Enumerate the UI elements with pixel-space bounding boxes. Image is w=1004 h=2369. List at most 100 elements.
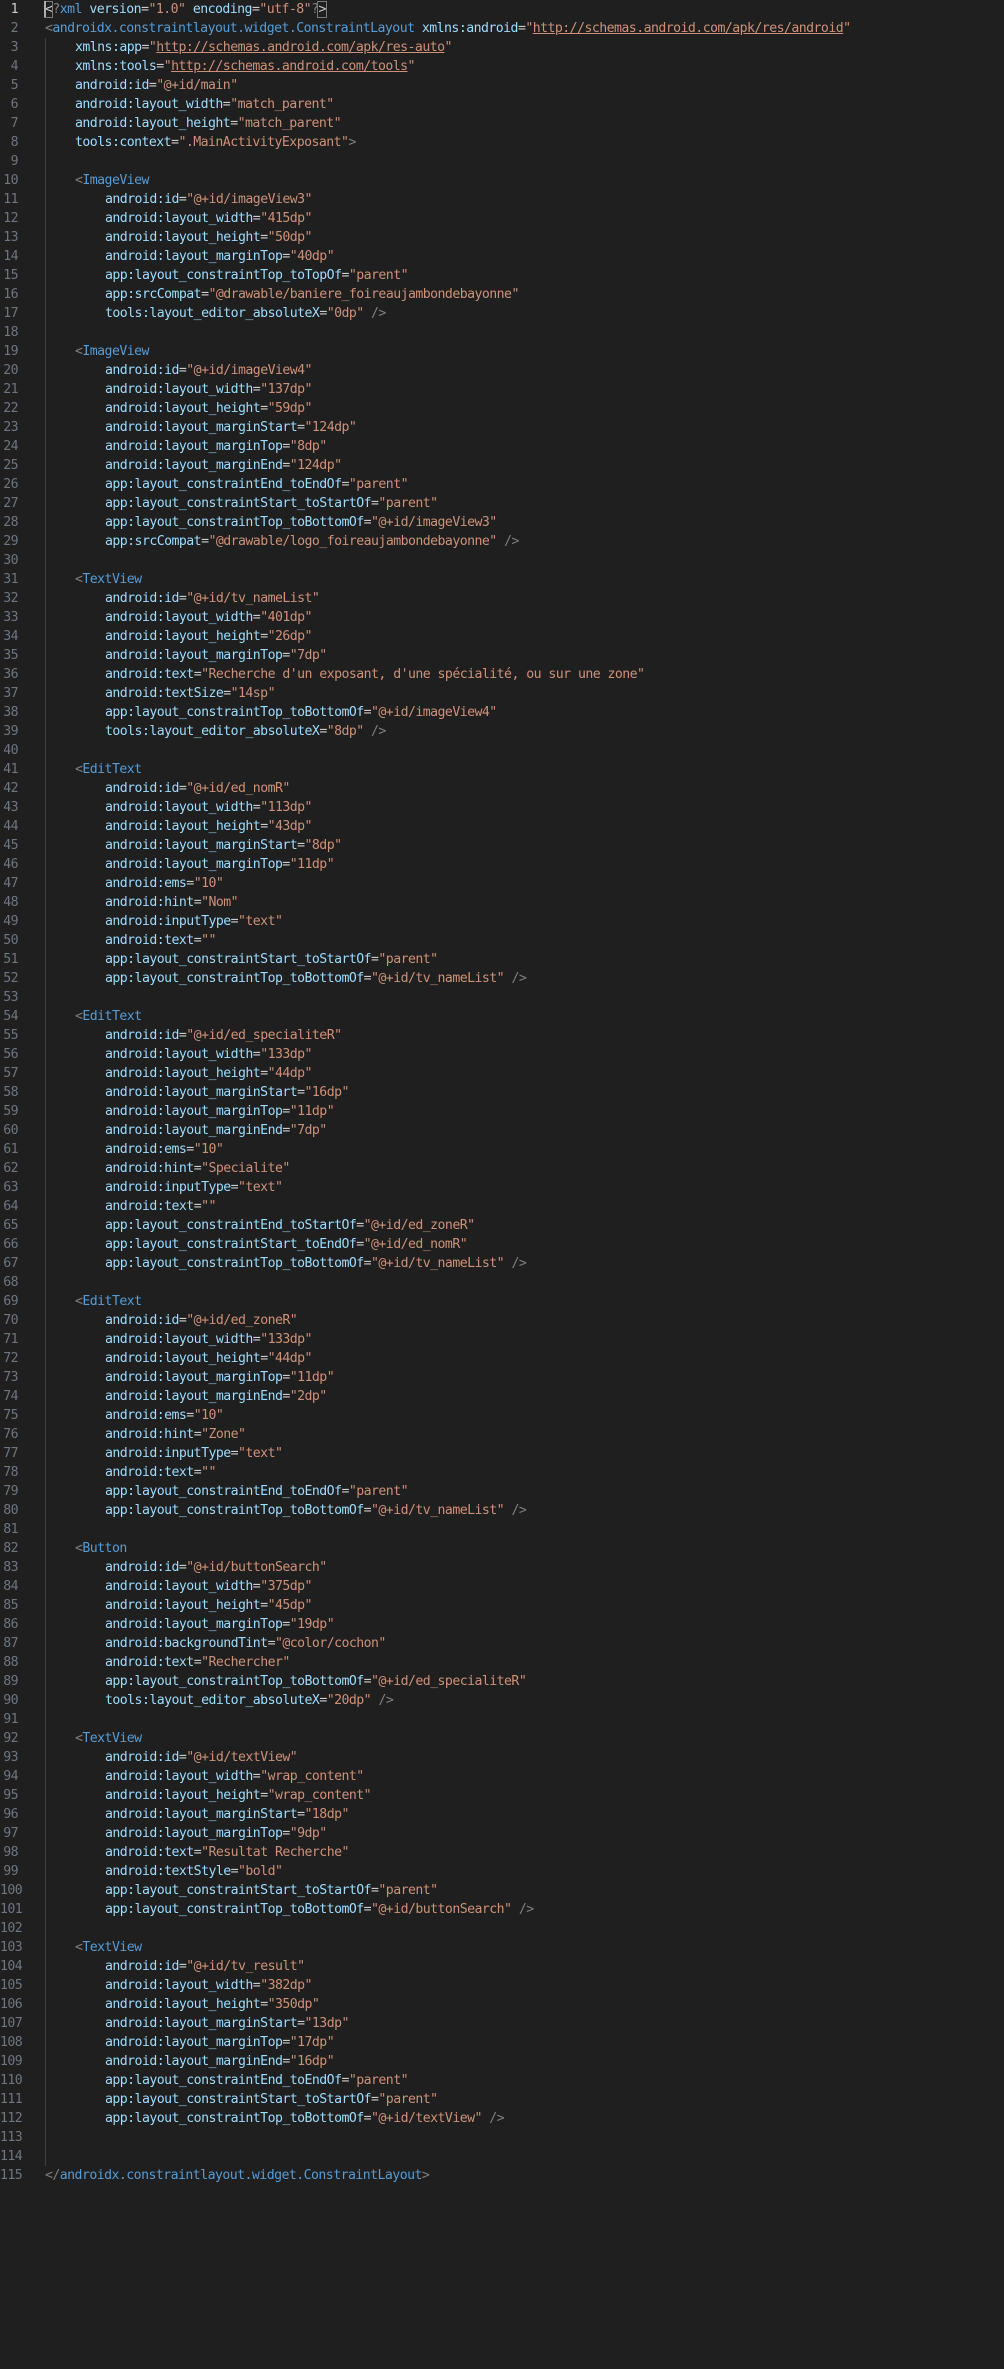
code-line[interactable]: 65 app:layout_constraintEnd_toStartOf="@+… <box>0 1216 1004 1235</box>
code-line[interactable]: 42 android:id="@+id/ed_nomR" <box>0 779 1004 798</box>
code-line[interactable]: 13 android:layout_height="50dp" <box>0 228 1004 247</box>
code-line[interactable]: 115 </androidx.constraintlayout.widget.Co… <box>0 2166 1004 2185</box>
code-line[interactable]: 66 app:layout_constraintStart_toEndOf="@+… <box>0 1235 1004 1254</box>
code-line[interactable]: 39 tools:layout_editor_absoluteX="8dp" /> <box>0 722 1004 741</box>
code-line[interactable]: 79 app:layout_constraintEnd_toEndOf="pare… <box>0 1482 1004 1501</box>
code-line[interactable]: 19 <ImageView <box>0 342 1004 361</box>
code-line[interactable]: 25 android:layout_marginEnd="124dp" <box>0 456 1004 475</box>
code-line[interactable]: 59 android:layout_marginTop="11dp" <box>0 1102 1004 1121</box>
code-line[interactable]: 2 <androidx.constraintlayout.widget.Const… <box>0 19 1004 38</box>
code-line[interactable]: 54 <EditText <box>0 1007 1004 1026</box>
code-line[interactable]: 56 android:layout_width="133dp" <box>0 1045 1004 1064</box>
code-line[interactable]: 8 tools:context=".MainActivityExposant"> <box>0 133 1004 152</box>
code-line[interactable]: 96 android:layout_marginStart="18dp" <box>0 1805 1004 1824</box>
code-line[interactable]: 48 android:hint="Nom" <box>0 893 1004 912</box>
code-line[interactable]: 76 android:hint="Zone" <box>0 1425 1004 1444</box>
code-line[interactable]: 18 <box>0 323 1004 342</box>
code-line[interactable]: 86 android:layout_marginTop="19dp" <box>0 1615 1004 1634</box>
code-line[interactable]: 114 <box>0 2147 1004 2166</box>
code-line[interactable]: 108 android:layout_marginTop="17dp" <box>0 2033 1004 2052</box>
code-line[interactable]: 94 android:layout_width="wrap_content" <box>0 1767 1004 1786</box>
code-line[interactable]: 21 android:layout_width="137dp" <box>0 380 1004 399</box>
code-line[interactable]: 24 android:layout_marginTop="8dp" <box>0 437 1004 456</box>
code-line[interactable]: 83 android:id="@+id/buttonSearch" <box>0 1558 1004 1577</box>
code-line[interactable]: 101 app:layout_constraintTop_toBottomOf="… <box>0 1900 1004 1919</box>
code-line[interactable]: 15 app:layout_constraintTop_toTopOf="pare… <box>0 266 1004 285</box>
code-line[interactable]: 11 android:id="@+id/imageView3" <box>0 190 1004 209</box>
code-line[interactable]: 7 android:layout_height="match_parent" <box>0 114 1004 133</box>
code-line[interactable]: 88 android:text="Rechercher" <box>0 1653 1004 1672</box>
code-editor[interactable]: 1 <?xml version="1.0" encoding="utf-8"?> 2… <box>0 0 1004 2369</box>
code-line[interactable]: 16 app:srcCompat="@drawable/baniere_foire… <box>0 285 1004 304</box>
code-line[interactable]: 44 android:layout_height="43dp" <box>0 817 1004 836</box>
code-line[interactable]: 36 android:text="Recherche d'un exposant,… <box>0 665 1004 684</box>
code-line[interactable]: 17 tools:layout_editor_absoluteX="0dp" /> <box>0 304 1004 323</box>
code-line[interactable]: 85 android:layout_height="45dp" <box>0 1596 1004 1615</box>
code-line[interactable]: 102 <box>0 1919 1004 1938</box>
code-line[interactable]: 90 tools:layout_editor_absoluteX="20dp" /… <box>0 1691 1004 1710</box>
code-line[interactable]: 93 android:id="@+id/textView" <box>0 1748 1004 1767</box>
code-line[interactable]: 82 <Button <box>0 1539 1004 1558</box>
code-line[interactable]: 109 android:layout_marginEnd="16dp" <box>0 2052 1004 2071</box>
code-line[interactable]: 4 xmlns:tools="http://schemas.android.com… <box>0 57 1004 76</box>
code-line[interactable]: 50 android:text="" <box>0 931 1004 950</box>
code-line[interactable]: 51 app:layout_constraintStart_toStartOf="… <box>0 950 1004 969</box>
code-line[interactable]: 84 android:layout_width="375dp" <box>0 1577 1004 1596</box>
code-line[interactable]: 45 android:layout_marginStart="8dp" <box>0 836 1004 855</box>
code-line[interactable]: 99 android:textStyle="bold" <box>0 1862 1004 1881</box>
code-line[interactable]: 104 android:id="@+id/tv_result" <box>0 1957 1004 1976</box>
code-line[interactable]: 37 android:textSize="14sp" <box>0 684 1004 703</box>
code-line[interactable]: 6 android:layout_width="match_parent" <box>0 95 1004 114</box>
code-line[interactable]: 71 android:layout_width="133dp" <box>0 1330 1004 1349</box>
code-line[interactable]: 27 app:layout_constraintStart_toStartOf="… <box>0 494 1004 513</box>
code-line[interactable]: 57 android:layout_height="44dp" <box>0 1064 1004 1083</box>
code-line[interactable]: 43 android:layout_width="113dp" <box>0 798 1004 817</box>
code-line[interactable]: 87 android:backgroundTint="@color/cochon" <box>0 1634 1004 1653</box>
code-line[interactable]: 89 app:layout_constraintTop_toBottomOf="@… <box>0 1672 1004 1691</box>
code-line[interactable]: 26 app:layout_constraintEnd_toEndOf="pare… <box>0 475 1004 494</box>
code-line[interactable]: 80 app:layout_constraintTop_toBottomOf="@… <box>0 1501 1004 1520</box>
url-link[interactable]: http://schemas.android.com/apk/res/andro… <box>533 21 844 36</box>
code-line[interactable]: 100 app:layout_constraintStart_toStartOf=… <box>0 1881 1004 1900</box>
code-line[interactable]: 46 android:layout_marginTop="11dp" <box>0 855 1004 874</box>
code-line[interactable]: 110 app:layout_constraintEnd_toEndOf="par… <box>0 2071 1004 2090</box>
code-line[interactable]: 34 android:layout_height="26dp" <box>0 627 1004 646</box>
code-line[interactable]: 41 <EditText <box>0 760 1004 779</box>
code-line[interactable]: 67 app:layout_constraintTop_toBottomOf="@… <box>0 1254 1004 1273</box>
code-line[interactable]: 69 <EditText <box>0 1292 1004 1311</box>
code-line[interactable]: 1 <?xml version="1.0" encoding="utf-8"?> <box>0 0 1004 19</box>
code-line[interactable]: 58 android:layout_marginStart="16dp" <box>0 1083 1004 1102</box>
code-line[interactable]: 55 android:id="@+id/ed_specialiteR" <box>0 1026 1004 1045</box>
code-line[interactable]: 63 android:inputType="text" <box>0 1178 1004 1197</box>
code-line[interactable]: 9 <box>0 152 1004 171</box>
code-line[interactable]: 20 android:id="@+id/imageView4" <box>0 361 1004 380</box>
code-line[interactable]: 92 <TextView <box>0 1729 1004 1748</box>
code-line[interactable]: 10 <ImageView <box>0 171 1004 190</box>
code-line[interactable]: 91 <box>0 1710 1004 1729</box>
code-line[interactable]: 47 android:ems="10" <box>0 874 1004 893</box>
code-line[interactable]: 68 <box>0 1273 1004 1292</box>
code-line[interactable]: 72 android:layout_height="44dp" <box>0 1349 1004 1368</box>
code-line[interactable]: 107 android:layout_marginStart="13dp" <box>0 2014 1004 2033</box>
code-line[interactable]: 81 <box>0 1520 1004 1539</box>
code-line[interactable]: 14 android:layout_marginTop="40dp" <box>0 247 1004 266</box>
code-line[interactable]: 75 android:ems="10" <box>0 1406 1004 1425</box>
code-line[interactable]: 73 android:layout_marginTop="11dp" <box>0 1368 1004 1387</box>
code-line[interactable]: 111 app:layout_constraintStart_toStartOf=… <box>0 2090 1004 2109</box>
code-line[interactable]: 35 android:layout_marginTop="7dp" <box>0 646 1004 665</box>
code-line[interactable]: 40 <box>0 741 1004 760</box>
code-line[interactable]: 61 android:ems="10" <box>0 1140 1004 1159</box>
code-line[interactable]: 113 <box>0 2128 1004 2147</box>
code-line[interactable]: 112 app:layout_constraintTop_toBottomOf="… <box>0 2109 1004 2128</box>
code-line[interactable]: 3 xmlns:app= "http://schemas.android.com/a… <box>0 38 1004 57</box>
code-line[interactable]: 23 android:layout_marginStart="124dp" <box>0 418 1004 437</box>
code-line[interactable]: 28 app:layout_constraintTop_toBottomOf="@… <box>0 513 1004 532</box>
code-line[interactable]: 74 android:layout_marginEnd="2dp" <box>0 1387 1004 1406</box>
url-link[interactable]: http://schemas.android.com/apk/res-auto <box>156 40 445 55</box>
code-line[interactable]: 29 app:srcCompat="@drawable/logo_foireauj… <box>0 532 1004 551</box>
code-line[interactable]: 98 android:text="Resultat Recherche" <box>0 1843 1004 1862</box>
code-line[interactable]: 64 android:text="" <box>0 1197 1004 1216</box>
code-line[interactable]: 97 android:layout_marginTop="9dp" <box>0 1824 1004 1843</box>
url-link[interactable]: http://schemas.android.com/tools <box>171 59 408 74</box>
code-line[interactable]: 105 android:layout_width="382dp" <box>0 1976 1004 1995</box>
